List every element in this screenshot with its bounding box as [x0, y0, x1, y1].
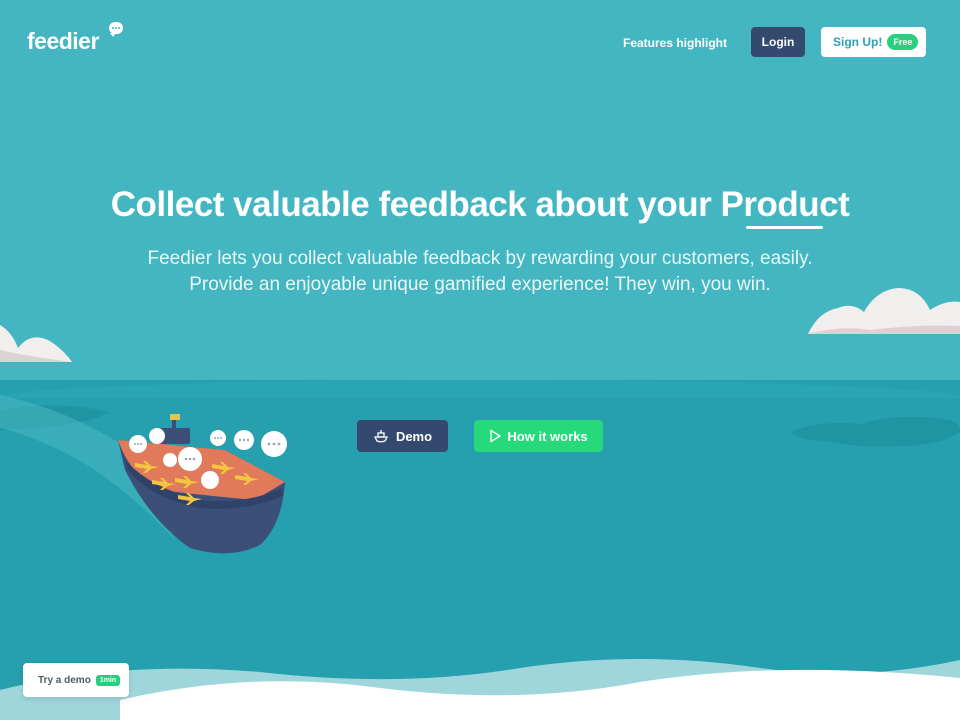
- login-button[interactable]: Login: [751, 27, 805, 57]
- signup-label: Sign Up!: [833, 35, 883, 49]
- hero-subtitle-line-2: Provide an enjoyable unique gamified exp…: [189, 274, 771, 295]
- chat-bubble-icon: [109, 22, 123, 37]
- demo-button[interactable]: Demo: [357, 420, 448, 452]
- hero-title: Collect valuable feedback about your Pro…: [0, 185, 960, 229]
- how-it-works-label: How it works: [507, 428, 588, 444]
- ship-illustration: [118, 414, 287, 554]
- hero-title-highlight: Product: [720, 185, 850, 229]
- brand-logo[interactable]: feedier: [27, 28, 99, 55]
- how-it-works-button[interactable]: How it works: [474, 420, 603, 452]
- demo-label: Demo: [395, 428, 433, 444]
- hero-title-prefix: Collect valuable feedback about your: [110, 185, 721, 224]
- try-demo-button[interactable]: Try a demo 1min: [23, 663, 129, 697]
- signup-button[interactable]: Sign Up! Free: [821, 27, 926, 57]
- ship-icon: [373, 429, 389, 443]
- hero-subtitle: Feedier lets you collect valuable feedba…: [0, 246, 960, 298]
- sea-patch-right: [790, 416, 960, 447]
- nav-features-link[interactable]: Features highlight: [623, 36, 727, 50]
- free-badge: Free: [887, 34, 919, 50]
- duration-badge: 1min: [95, 674, 121, 686]
- hero-subtitle-line-1: Feedier lets you collect valuable feedba…: [147, 248, 813, 269]
- scenery-illustration: [0, 288, 960, 720]
- play-icon: [489, 429, 502, 443]
- try-demo-label: Try a demo: [38, 674, 91, 686]
